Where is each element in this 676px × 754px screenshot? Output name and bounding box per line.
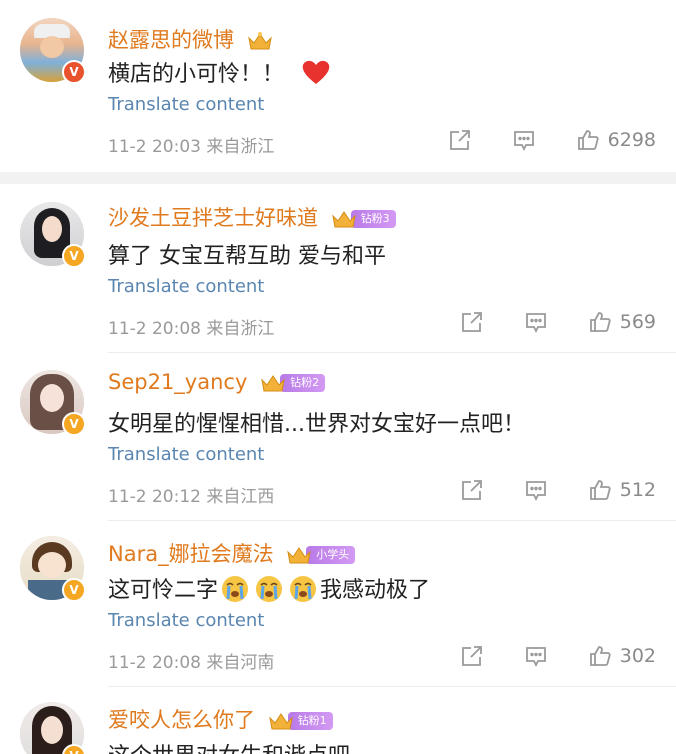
like-count: 512 — [619, 479, 656, 501]
crying-face-emoji — [290, 576, 317, 602]
comment-item: V 爱咬人怎么你了 钻粉1 这个世界对女生和谐点吧 — [0, 686, 676, 754]
location: 来自浙江 — [206, 319, 275, 339]
comment-actions: 302 — [420, 644, 656, 668]
comment-text: 女明星的惺惺相惜...世界对女宝好一点吧！ — [108, 412, 525, 437]
crown-icon — [261, 375, 285, 392]
comment-item: V 赵露思的微博 横店的小可怜！！ Translate content 11-2… — [0, 0, 676, 172]
comment-meta: 11-2 20:03 来自浙江 — [108, 132, 274, 157]
like-count: 569 — [619, 311, 656, 333]
location: 来自浙江 — [206, 137, 275, 157]
comment-actions: 569 — [420, 310, 656, 334]
crown-icon — [331, 211, 356, 228]
like-count: 6298 — [607, 129, 656, 151]
avatar[interactable]: V — [20, 536, 86, 602]
verified-badge-icon: V — [62, 60, 86, 84]
crown-icon — [268, 713, 293, 730]
section-divider — [0, 172, 676, 184]
comment-icon[interactable] — [524, 310, 548, 334]
timestamp: 11-2 20:08 — [108, 653, 201, 673]
thumbs-up-icon — [589, 312, 611, 332]
verified-badge-icon: V — [62, 578, 86, 602]
comment-icon[interactable] — [524, 644, 548, 668]
username[interactable]: 沙发土豆拌芝士好味道 钻粉3 — [108, 202, 396, 232]
fan-level-tag: 钻粉2 — [280, 374, 326, 392]
like-button[interactable]: 512 — [588, 478, 656, 502]
comment-icon[interactable] — [512, 128, 536, 152]
like-button[interactable]: 569 — [588, 310, 656, 334]
username[interactable]: 爱咬人怎么你了 钻粉1 — [108, 704, 333, 734]
crown-icon — [247, 32, 272, 50]
fan-level-tag: 钻粉1 — [287, 712, 333, 730]
crown-icon — [287, 547, 312, 564]
share-icon[interactable] — [460, 478, 484, 502]
comment-text: 横店的小可怜！！ — [108, 56, 331, 88]
like-count: 302 — [619, 645, 656, 667]
fan-level-tag: 钻粉3 — [350, 210, 396, 228]
comment-actions: 6298 — [408, 128, 656, 152]
avatar[interactable]: V — [20, 202, 86, 268]
timestamp: 11-2 20:03 — [108, 137, 201, 157]
avatar[interactable]: V — [20, 18, 86, 84]
comment-actions: 512 — [420, 478, 656, 502]
thumbs-up-icon — [589, 480, 611, 500]
crying-face-emoji — [222, 576, 249, 602]
location: 来自江西 — [206, 487, 275, 507]
fan-level-tag: 小学头 — [306, 546, 356, 564]
avatar[interactable]: V — [20, 370, 86, 436]
translate-link[interactable]: Translate content — [108, 444, 264, 465]
username[interactable]: 赵露思的微博 — [108, 24, 273, 54]
translate-link[interactable]: Translate content — [108, 610, 264, 631]
translate-link[interactable]: Translate content — [108, 94, 264, 115]
comment-icon[interactable] — [524, 478, 548, 502]
share-icon[interactable] — [460, 310, 484, 334]
username[interactable]: Nara_娜拉会魔法 小学头 — [108, 538, 356, 568]
comment-item: V Nara_娜拉会魔法 小学头 这可怜二字 我感动极了 Translate co… — [0, 520, 676, 686]
comment-item: V 沙发土豆拌芝士好味道 钻粉3 算了 女宝互帮互助 爱与和平 Translat… — [0, 184, 676, 352]
verified-badge-icon: V — [62, 244, 86, 268]
timestamp: 11-2 20:08 — [108, 319, 201, 339]
thumbs-up-icon — [577, 130, 599, 150]
comment-text: 算了 女宝互帮互助 爱与和平 — [108, 244, 386, 269]
username[interactable]: Sep21_yancy 钻粉2 — [108, 370, 326, 394]
like-button[interactable]: 302 — [588, 644, 656, 668]
avatar[interactable]: V — [20, 702, 86, 754]
like-button[interactable]: 6298 — [576, 128, 656, 152]
share-icon[interactable] — [448, 128, 472, 152]
thumbs-up-icon — [589, 646, 611, 666]
heart-emoji — [302, 60, 330, 84]
comment-text: 这个世界对女生和谐点吧 — [108, 738, 350, 754]
comment-meta: 11-2 20:12 来自江西 — [108, 482, 274, 507]
comment-meta: 11-2 20:08 来自河南 — [108, 648, 274, 673]
comment-meta: 11-2 20:08 来自浙江 — [108, 314, 274, 339]
comment-feed: V 赵露思的微博 横店的小可怜！！ Translate content 11-2… — [0, 0, 676, 754]
translate-link[interactable]: Translate content — [108, 276, 264, 297]
share-icon[interactable] — [460, 644, 484, 668]
comment-text: 这可怜二字 我感动极了 — [108, 572, 430, 604]
timestamp: 11-2 20:12 — [108, 487, 201, 507]
verified-badge-icon: V — [62, 412, 86, 436]
crying-face-emoji — [256, 576, 283, 602]
location: 来自河南 — [206, 653, 275, 673]
comment-item: V Sep21_yancy 钻粉2 女明星的惺惺相惜...世界对女宝好一点吧！ … — [0, 352, 676, 520]
